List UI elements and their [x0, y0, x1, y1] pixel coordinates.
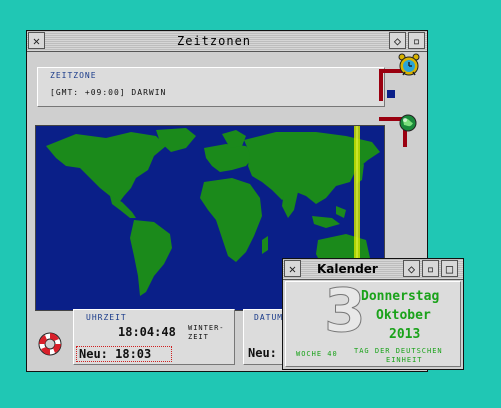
day-number: 3: [324, 276, 367, 347]
time-label: UHRZEIT: [86, 313, 127, 322]
new-time-text: Neu: 18:03: [79, 347, 152, 361]
window-title: Zeitzonen: [177, 34, 252, 48]
calendar-panel: 3 Donnerstag Oktober 2013 WOCHE 40 TAG D…: [285, 276, 461, 367]
lifebuoy-icon[interactable]: [37, 331, 63, 357]
globe-icon[interactable]: [399, 114, 417, 132]
zoom-icon[interactable]: □: [441, 260, 458, 277]
iconify-icon[interactable]: ▫: [422, 260, 439, 277]
time-mode-1: WINTER-: [188, 324, 225, 332]
weekday: Donnerstag: [361, 289, 440, 304]
week-number: WOCHE 40: [296, 350, 338, 358]
calendar-window: ✕ Kalender ◇ ▫ □ 3 Donnerstag Oktober 20…: [282, 258, 464, 370]
marker-line-top-v: [379, 69, 383, 101]
year: 2013: [389, 327, 421, 342]
zone-label: ZEITZONE: [50, 71, 97, 80]
zone-value[interactable]: [GMT: +09:00] DARWIN: [50, 88, 166, 97]
zone-color-swatch: [387, 90, 395, 98]
alarm-clock-icon[interactable]: [398, 53, 420, 77]
date-label: DATUM: [254, 313, 284, 322]
zone-panel: ZEITZONE [GMT: +09:00] DARWIN: [37, 67, 395, 107]
time-value: 18:04:48: [118, 325, 176, 339]
close-icon[interactable]: ✕: [284, 260, 301, 277]
holiday-line-2: EINHEIT: [386, 356, 423, 364]
depth-icon[interactable]: ◇: [403, 260, 420, 277]
close-icon[interactable]: ✕: [28, 32, 45, 49]
depth-icon[interactable]: ◇: [389, 32, 406, 49]
calendar-titlebar[interactable]: ✕ Kalender ◇ ▫ □: [283, 259, 463, 280]
new-time-field[interactable]: Neu: 18:03: [76, 346, 172, 362]
time-panel: UHRZEIT 18:04:48 WINTER- ZEIT Neu: 18:03: [73, 309, 235, 365]
time-mode-2: ZEIT: [188, 333, 209, 341]
calendar-title: Kalender: [317, 262, 378, 276]
zoom-icon[interactable]: ▫: [408, 32, 425, 49]
timezone-titlebar[interactable]: ✕ Zeitzonen ◇ ▫: [27, 31, 427, 52]
month: Oktober: [376, 308, 431, 323]
new-date-field[interactable]: Neu:: [248, 346, 277, 360]
holiday-line-1: TAG DER DEUTSCHEN: [354, 347, 443, 355]
